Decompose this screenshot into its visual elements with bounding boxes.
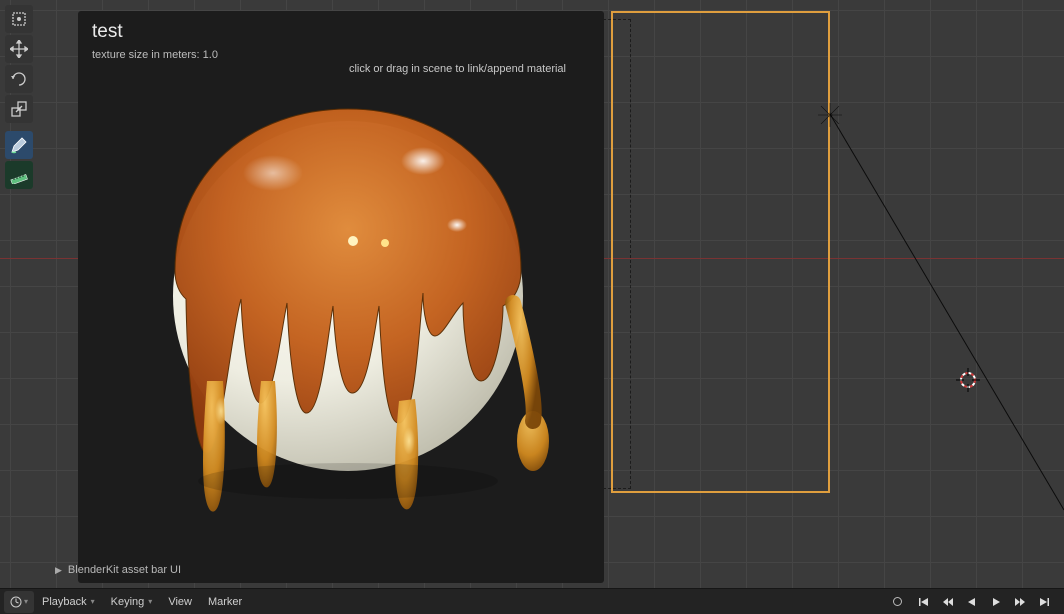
tool-rotate[interactable] [5,65,33,93]
menu-playback[interactable]: Playback ▾ [34,591,103,613]
menu-marker-label: Marker [208,596,242,608]
jump-to-end-button[interactable] [1032,592,1056,612]
clock-icon [10,596,22,608]
camera-frame[interactable] [611,11,830,493]
asset-bar-label: BlenderKit asset bar UI [68,564,181,576]
chevron-down-icon: ▾ [24,597,28,606]
play-reverse-button[interactable] [960,592,984,612]
preview-title: test [92,21,123,43]
preview-hint: click or drag in scene to link/append ma… [349,63,566,75]
timeline-header: ▾ Playback ▾ Keying ▾ View Marker [0,588,1064,614]
menu-keying-label: Keying [111,596,145,608]
menu-view[interactable]: View [160,591,200,613]
keyframe-prev-button[interactable] [936,592,960,612]
menu-playback-label: Playback [42,596,87,608]
chevron-down-icon: ▾ [148,597,152,606]
playback-controls [912,592,1056,612]
menu-keying[interactable]: Keying ▾ [103,591,161,613]
tool-scale[interactable] [5,95,33,123]
tool-toolbar [5,5,35,189]
tool-select-box[interactable] [5,5,33,33]
tool-measure[interactable] [5,161,33,189]
jump-to-start-button[interactable] [912,592,936,612]
play-button[interactable] [984,592,1008,612]
chevron-down-icon: ▾ [91,597,95,606]
keyframe-next-button[interactable] [1008,592,1032,612]
material-render-image [123,81,563,541]
editor-type-button[interactable]: ▾ [4,591,34,613]
menu-view-label: View [168,596,192,608]
material-preview-tooltip[interactable]: test texture size in meters: 1.0 click o… [78,11,604,583]
auto-keying-button[interactable] [888,593,906,611]
tool-annotate[interactable] [5,131,33,159]
asset-bar-toggle[interactable]: ▶ BlenderKit asset bar UI [55,561,181,579]
menu-marker[interactable]: Marker [200,591,250,613]
viewport: test texture size in meters: 1.0 click o… [0,0,1064,588]
disclosure-triangle-icon: ▶ [55,565,62,576]
preview-subtitle: texture size in meters: 1.0 [92,49,218,61]
tool-move[interactable] [5,35,33,63]
